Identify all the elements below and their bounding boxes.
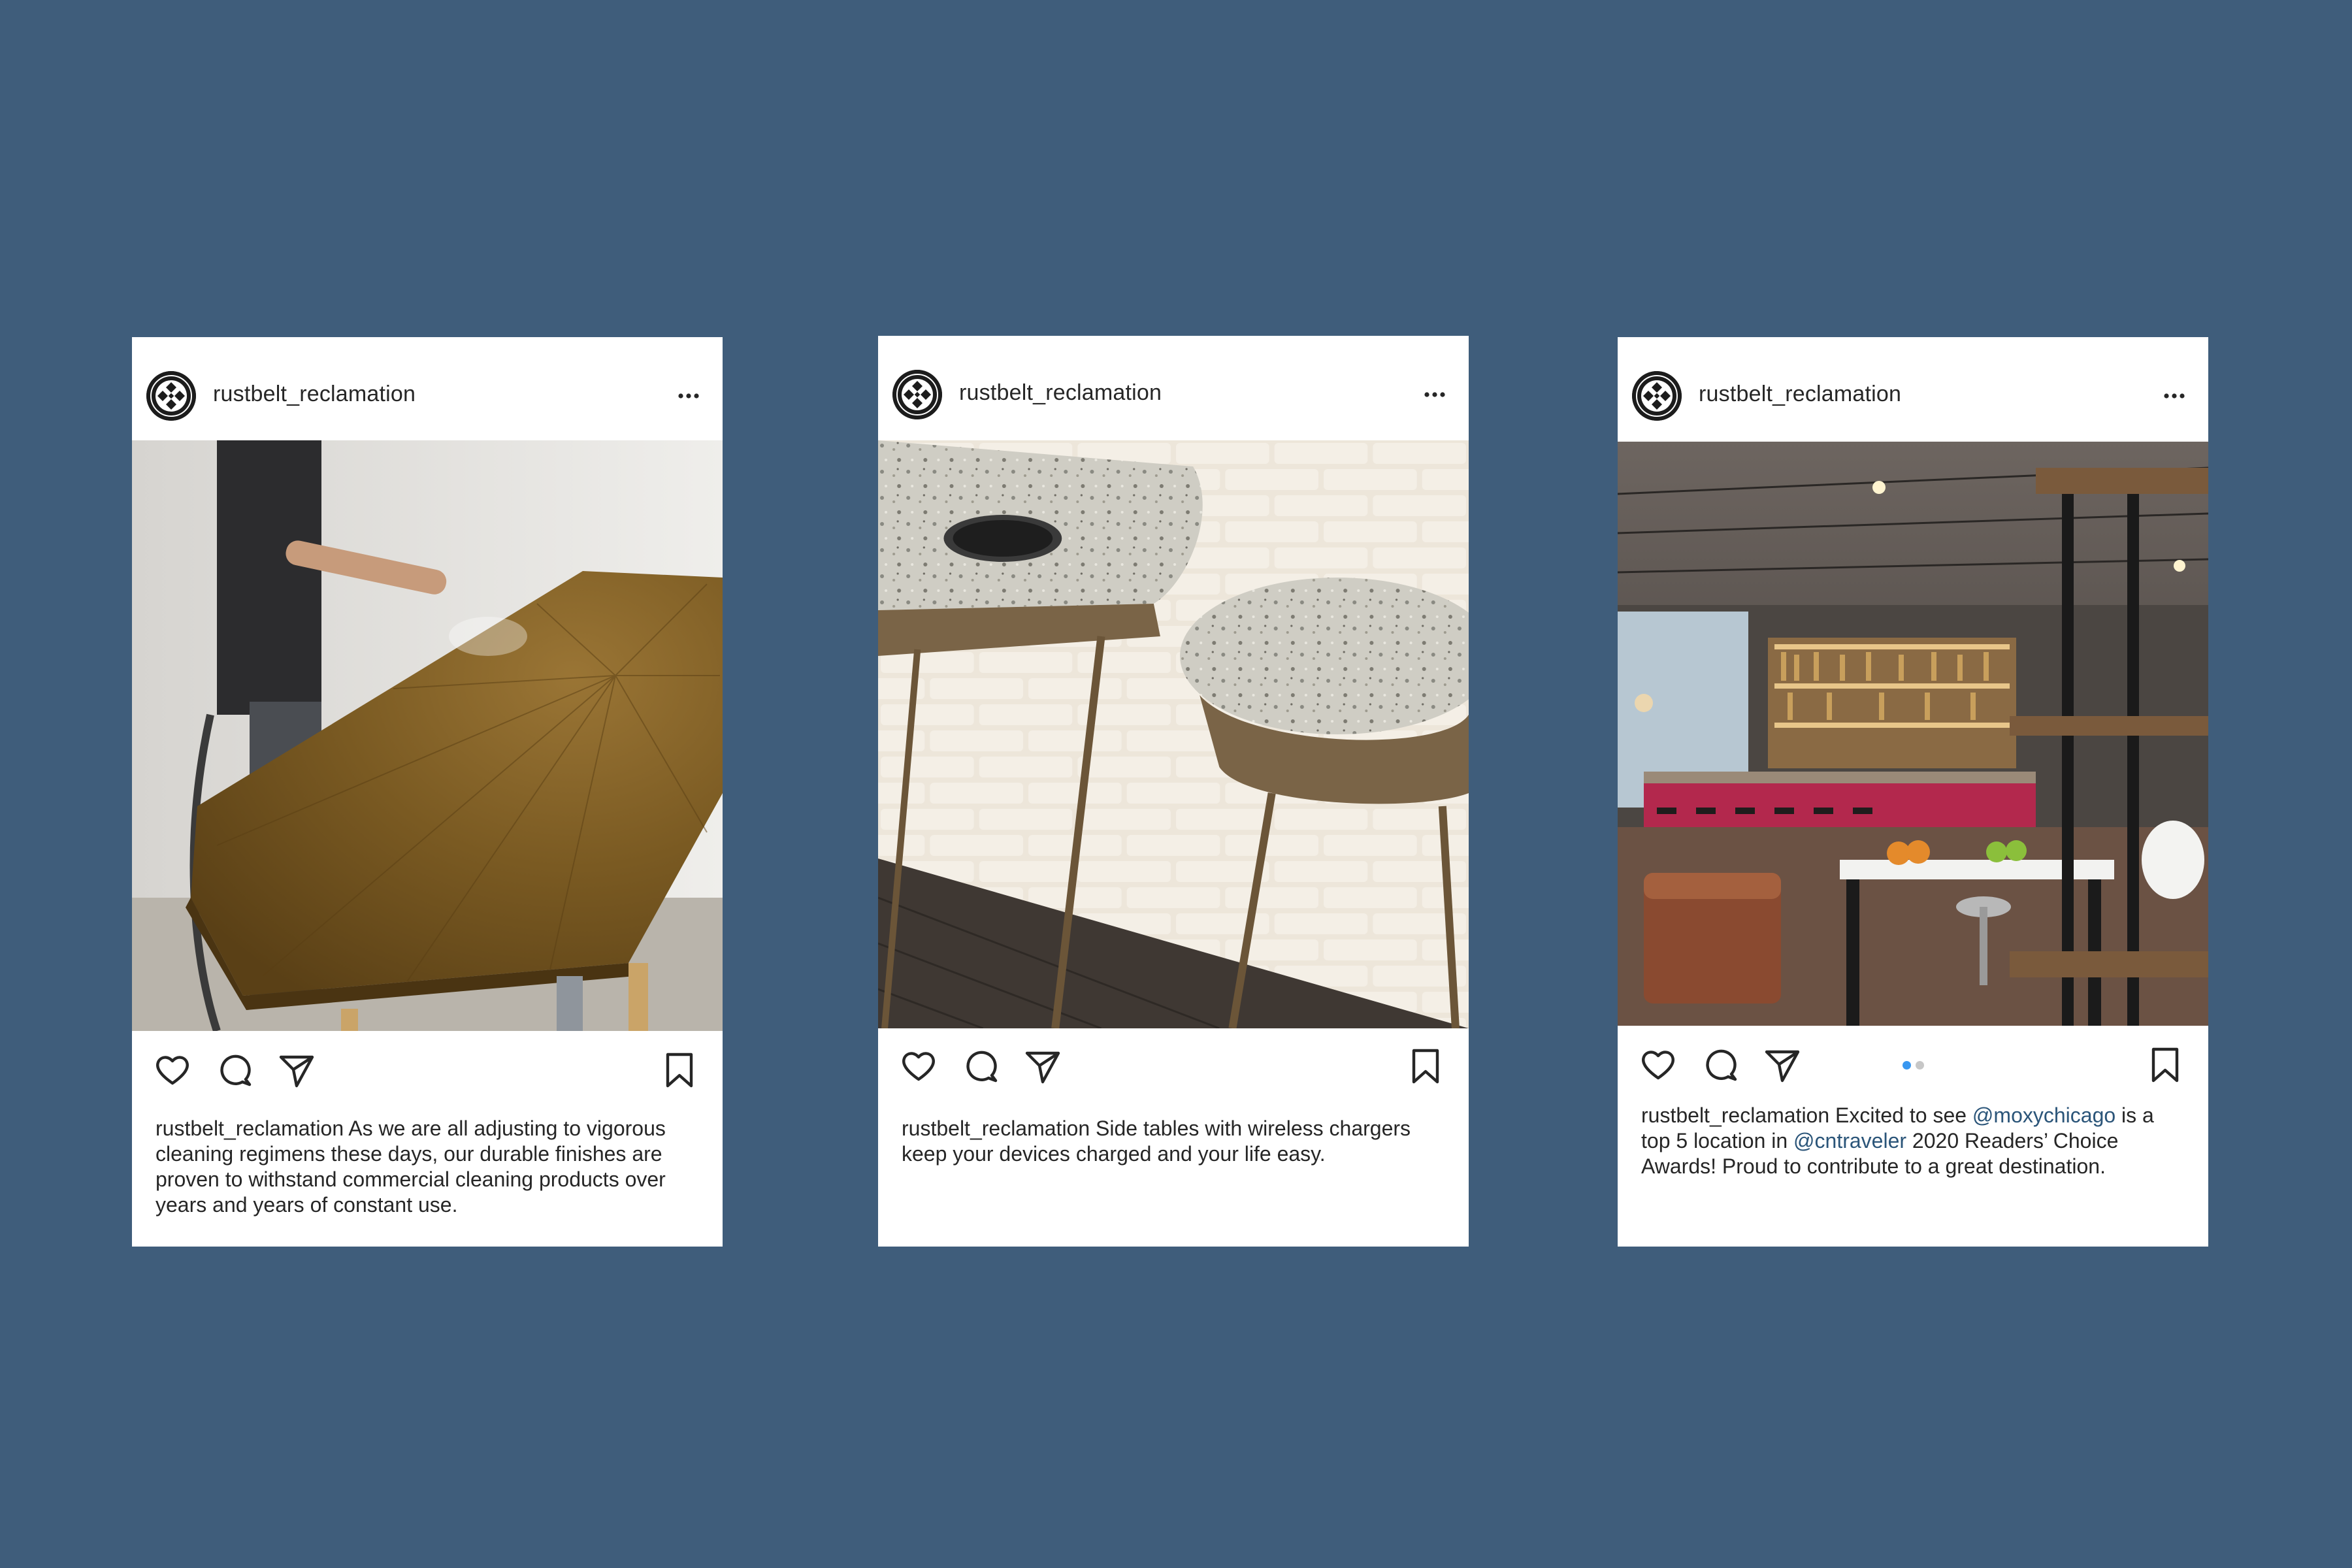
caption-username[interactable]: rustbelt_reclamation	[902, 1117, 1096, 1140]
heart-icon[interactable]	[899, 1047, 938, 1086]
bookmark-icon[interactable]	[660, 1051, 699, 1090]
post-caption: rustbelt_reclamation Side tables with wir…	[902, 1116, 1445, 1167]
post-header: rustbelt_reclamation	[1618, 337, 2208, 440]
more-options-icon[interactable]	[1422, 382, 1448, 408]
bookmark-icon[interactable]	[1406, 1047, 1445, 1086]
bookmark-icon[interactable]	[2146, 1045, 2185, 1085]
more-options-icon[interactable]	[2161, 383, 2187, 409]
comment-bubble-icon[interactable]	[962, 1047, 1001, 1086]
comment-bubble-icon[interactable]	[1701, 1045, 1740, 1085]
post-username[interactable]: rustbelt_reclamation	[1699, 382, 1901, 407]
comment-bubble-icon[interactable]	[216, 1051, 255, 1090]
carousel-dot-active[interactable]	[1903, 1061, 1911, 1070]
post-actions	[1618, 1026, 2208, 1104]
caption-username[interactable]: rustbelt_reclamation	[1641, 1103, 1835, 1127]
brand-logo-icon	[892, 370, 942, 419]
post-photo[interactable]	[878, 440, 1469, 1028]
paper-plane-icon[interactable]	[1023, 1047, 1062, 1086]
caption-username[interactable]: rustbelt_reclamation	[155, 1117, 348, 1140]
instagram-post-2: rustbelt_reclamation rustbelt_reclamatio…	[878, 336, 1469, 1247]
terrazzo-side-tables-image	[878, 440, 1469, 1028]
carousel-dot[interactable]	[1916, 1061, 1924, 1070]
mention-link[interactable]: @cntraveler	[1793, 1129, 1906, 1152]
paper-plane-icon[interactable]	[1763, 1045, 1802, 1085]
avatar[interactable]	[892, 370, 942, 419]
post-caption: rustbelt_reclamation Excited to see @moxy…	[1641, 1103, 2185, 1179]
post-actions	[132, 1031, 723, 1109]
instagram-post-3: rustbelt_reclamation rustbelt_reclamatio…	[1618, 337, 2208, 1247]
brand-logo-icon	[1632, 371, 1682, 421]
post-username[interactable]: rustbelt_reclamation	[959, 380, 1162, 406]
caption-text-1: Excited to see	[1835, 1103, 1967, 1127]
post-username[interactable]: rustbelt_reclamation	[213, 382, 416, 407]
post-photo[interactable]	[132, 440, 723, 1031]
hotel-bar-interior-image	[1618, 442, 2208, 1026]
post-header: rustbelt_reclamation	[132, 337, 723, 440]
post-caption: rustbelt_reclamation As we are all adjust…	[155, 1116, 699, 1218]
brand-logo-icon	[146, 371, 196, 421]
heart-icon[interactable]	[1639, 1045, 1678, 1085]
post-actions	[878, 1027, 1469, 1105]
avatar[interactable]	[146, 371, 196, 421]
carousel-indicator	[1903, 1061, 1929, 1070]
more-options-icon[interactable]	[676, 383, 702, 409]
person-spraying-table-image	[132, 440, 723, 1031]
heart-icon[interactable]	[153, 1051, 192, 1090]
post-header: rustbelt_reclamation	[878, 336, 1469, 439]
instagram-post-1: rustbelt_reclamation rustbelt_reclamatio…	[132, 337, 723, 1247]
paper-plane-icon[interactable]	[277, 1051, 316, 1090]
post-photo[interactable]	[1618, 442, 2208, 1026]
avatar[interactable]	[1632, 371, 1682, 421]
mention-link[interactable]: @moxychicago	[1972, 1103, 2115, 1127]
